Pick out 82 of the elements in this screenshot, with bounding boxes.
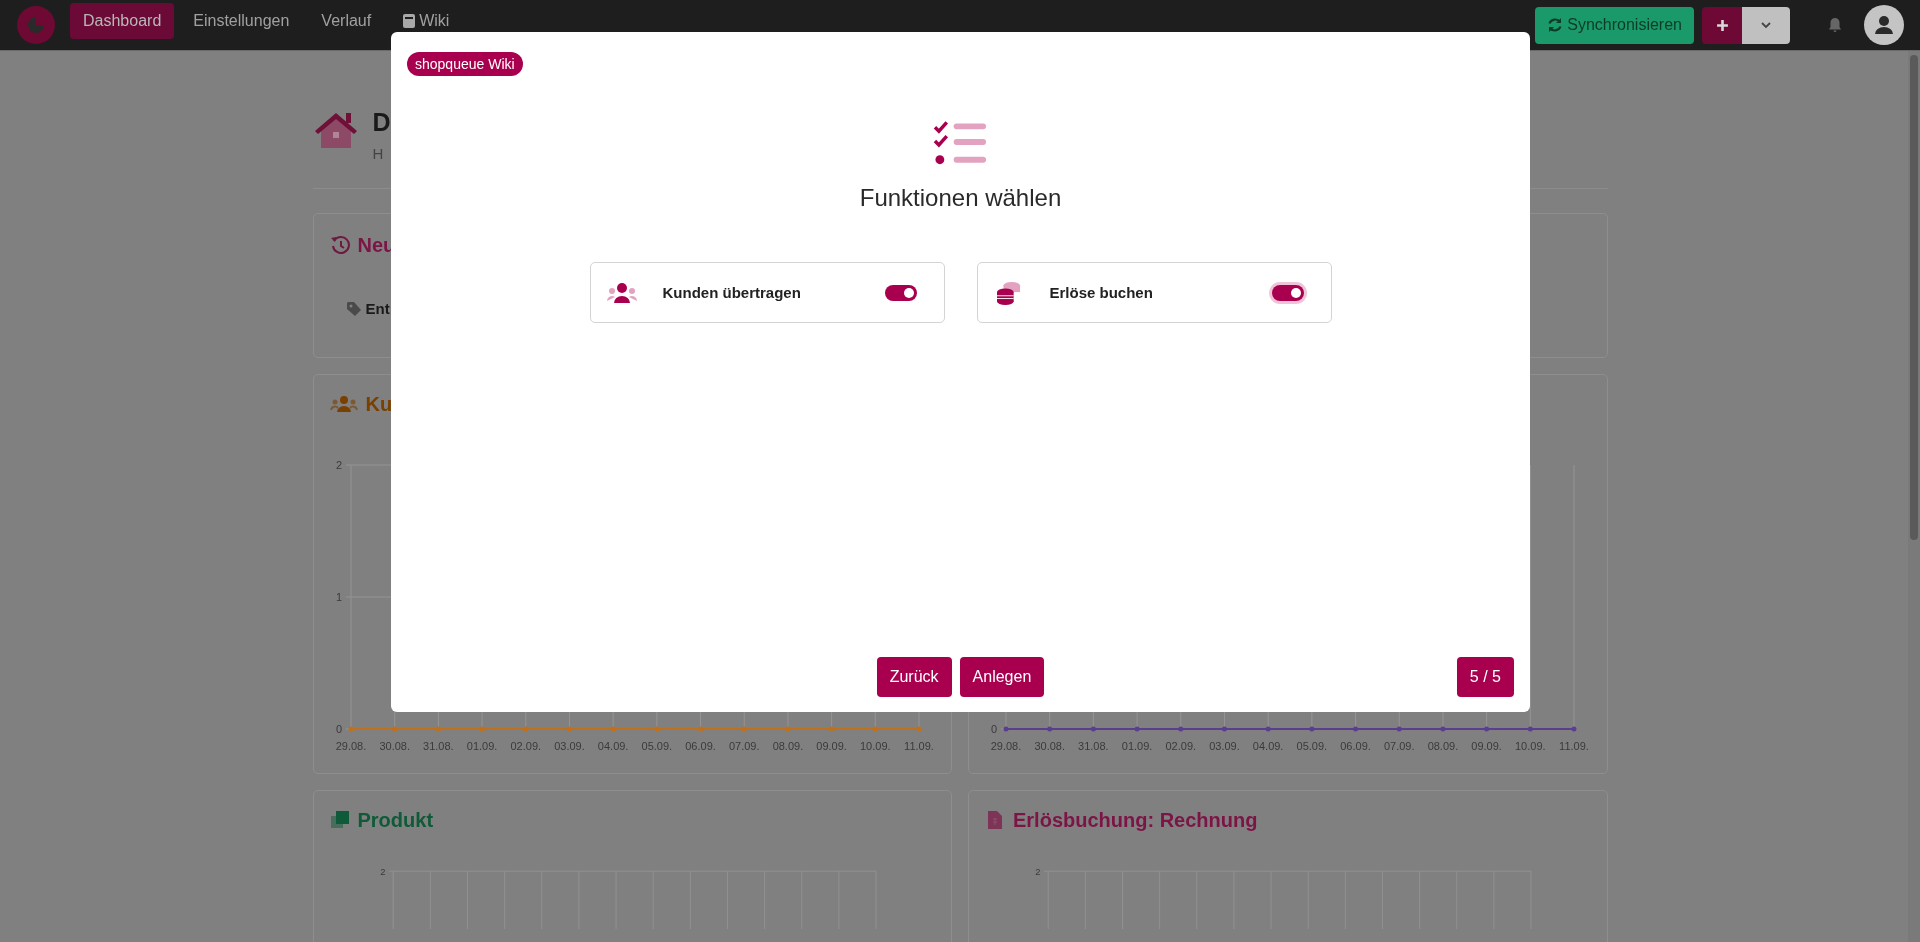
- data-point: [653, 726, 659, 732]
- axis-label: 08.09.: [772, 740, 803, 752]
- feature-label: Kunden übertragen: [662, 284, 802, 301]
- wiki-badge[interactable]: shopqueue Wiki: [407, 52, 523, 76]
- axis-label: 02.09.: [509, 740, 541, 752]
- axis-label: 07.09.: [1383, 740, 1415, 752]
- nav-link[interactable]: Dashboard: [70, 3, 175, 39]
- users-icon: [606, 280, 637, 305]
- tick-label: 0: [335, 723, 342, 735]
- data-point: [697, 726, 703, 732]
- refresh-icon: [1547, 17, 1564, 33]
- scrollbar[interactable]: [1908, 51, 1920, 942]
- axis-label: 03.09.: [553, 740, 585, 752]
- toggle-switch[interactable]: [884, 284, 917, 301]
- data-point: [872, 726, 878, 732]
- step-counter: 5 / 5: [1456, 657, 1514, 697]
- history-icon: [329, 235, 350, 255]
- tick-label: 2: [335, 459, 342, 471]
- dialog-title: Funktionen wählen: [859, 184, 1062, 212]
- invoice-icon: [985, 810, 1005, 830]
- caret-icon: [1760, 21, 1772, 29]
- axis-label: 11.09.: [1559, 740, 1589, 752]
- card-title: Produkt: [357, 808, 434, 832]
- axis-label: 09.09.: [815, 740, 847, 752]
- data-point: [522, 726, 528, 732]
- users-icon: [329, 394, 358, 414]
- data-point: [828, 726, 834, 732]
- breadcrumb: H: [372, 145, 385, 162]
- data-point: [435, 726, 441, 732]
- dropdown-button[interactable]: [1742, 6, 1790, 44]
- axis-label: 30.08.: [1034, 740, 1065, 752]
- axis-label: 09.09.: [1471, 740, 1502, 752]
- axis-label: 11.09.: [903, 740, 934, 752]
- axis-label: 29.08.: [990, 740, 1022, 752]
- axis-label: 07.09.: [728, 740, 760, 752]
- nav-link[interactable]: Einstellungen: [180, 3, 303, 39]
- card-title: Erlösbuchung: Rechnung: [1013, 808, 1258, 832]
- tick-label: 2: [1035, 866, 1041, 877]
- axis-label: 05.09.: [641, 740, 672, 752]
- axis-label: 08.09.: [1427, 740, 1459, 752]
- axis-label: 10.09.: [859, 740, 891, 752]
- axis-label: 01.09.: [1121, 740, 1153, 752]
- data-point: [784, 726, 790, 732]
- tick-label: 0: [990, 723, 997, 735]
- add-button[interactable]: [1702, 6, 1742, 44]
- data-point: [391, 726, 397, 732]
- data-point: [741, 726, 747, 732]
- tick-label: 1: [335, 591, 342, 603]
- card-title: Ku: [365, 392, 393, 416]
- axis-label: 02.09.: [1165, 740, 1197, 752]
- axis-label: 04.09.: [597, 740, 628, 752]
- tag-icon: [345, 300, 362, 317]
- axis-label: 06.09.: [684, 740, 716, 752]
- create-button[interactable]: Anlegen: [959, 657, 1045, 697]
- axis-label: 30.08.: [378, 740, 410, 752]
- back-button[interactable]: Zurück: [876, 657, 952, 697]
- axis-label: 01.09.: [466, 740, 497, 752]
- plus-icon: [1715, 18, 1729, 32]
- axis-label: 31.08.: [422, 740, 454, 752]
- avatar-icon[interactable]: [1864, 5, 1904, 45]
- data-point: [566, 726, 572, 732]
- entry-label: Ent: [365, 300, 390, 317]
- sync-button[interactable]: Synchronisieren: [1535, 6, 1694, 44]
- data-point: [348, 726, 353, 732]
- feature-label: Erlöse buchen: [1049, 284, 1154, 301]
- axis-label: 06.09.: [1340, 740, 1371, 752]
- axis-label: 31.08.: [1078, 740, 1109, 752]
- axis-label: 05.09.: [1296, 740, 1328, 752]
- axis-label: 04.09.: [1252, 740, 1284, 752]
- axis-label: 29.08.: [335, 740, 366, 752]
- data-point: [916, 726, 921, 732]
- nav-link[interactable]: Verlauf: [308, 3, 385, 39]
- book-icon: [403, 14, 416, 28]
- page-title: D: [372, 108, 391, 137]
- bell-icon[interactable]: [1828, 17, 1842, 33]
- tick-label: 2: [379, 866, 386, 877]
- data-point: [479, 726, 485, 732]
- axis-label: 10.09.: [1515, 740, 1546, 752]
- axis-label: 03.09.: [1209, 740, 1240, 752]
- boxes-icon: [329, 810, 350, 830]
- data-point: [610, 726, 616, 732]
- nav-link[interactable]: Wiki: [390, 3, 463, 39]
